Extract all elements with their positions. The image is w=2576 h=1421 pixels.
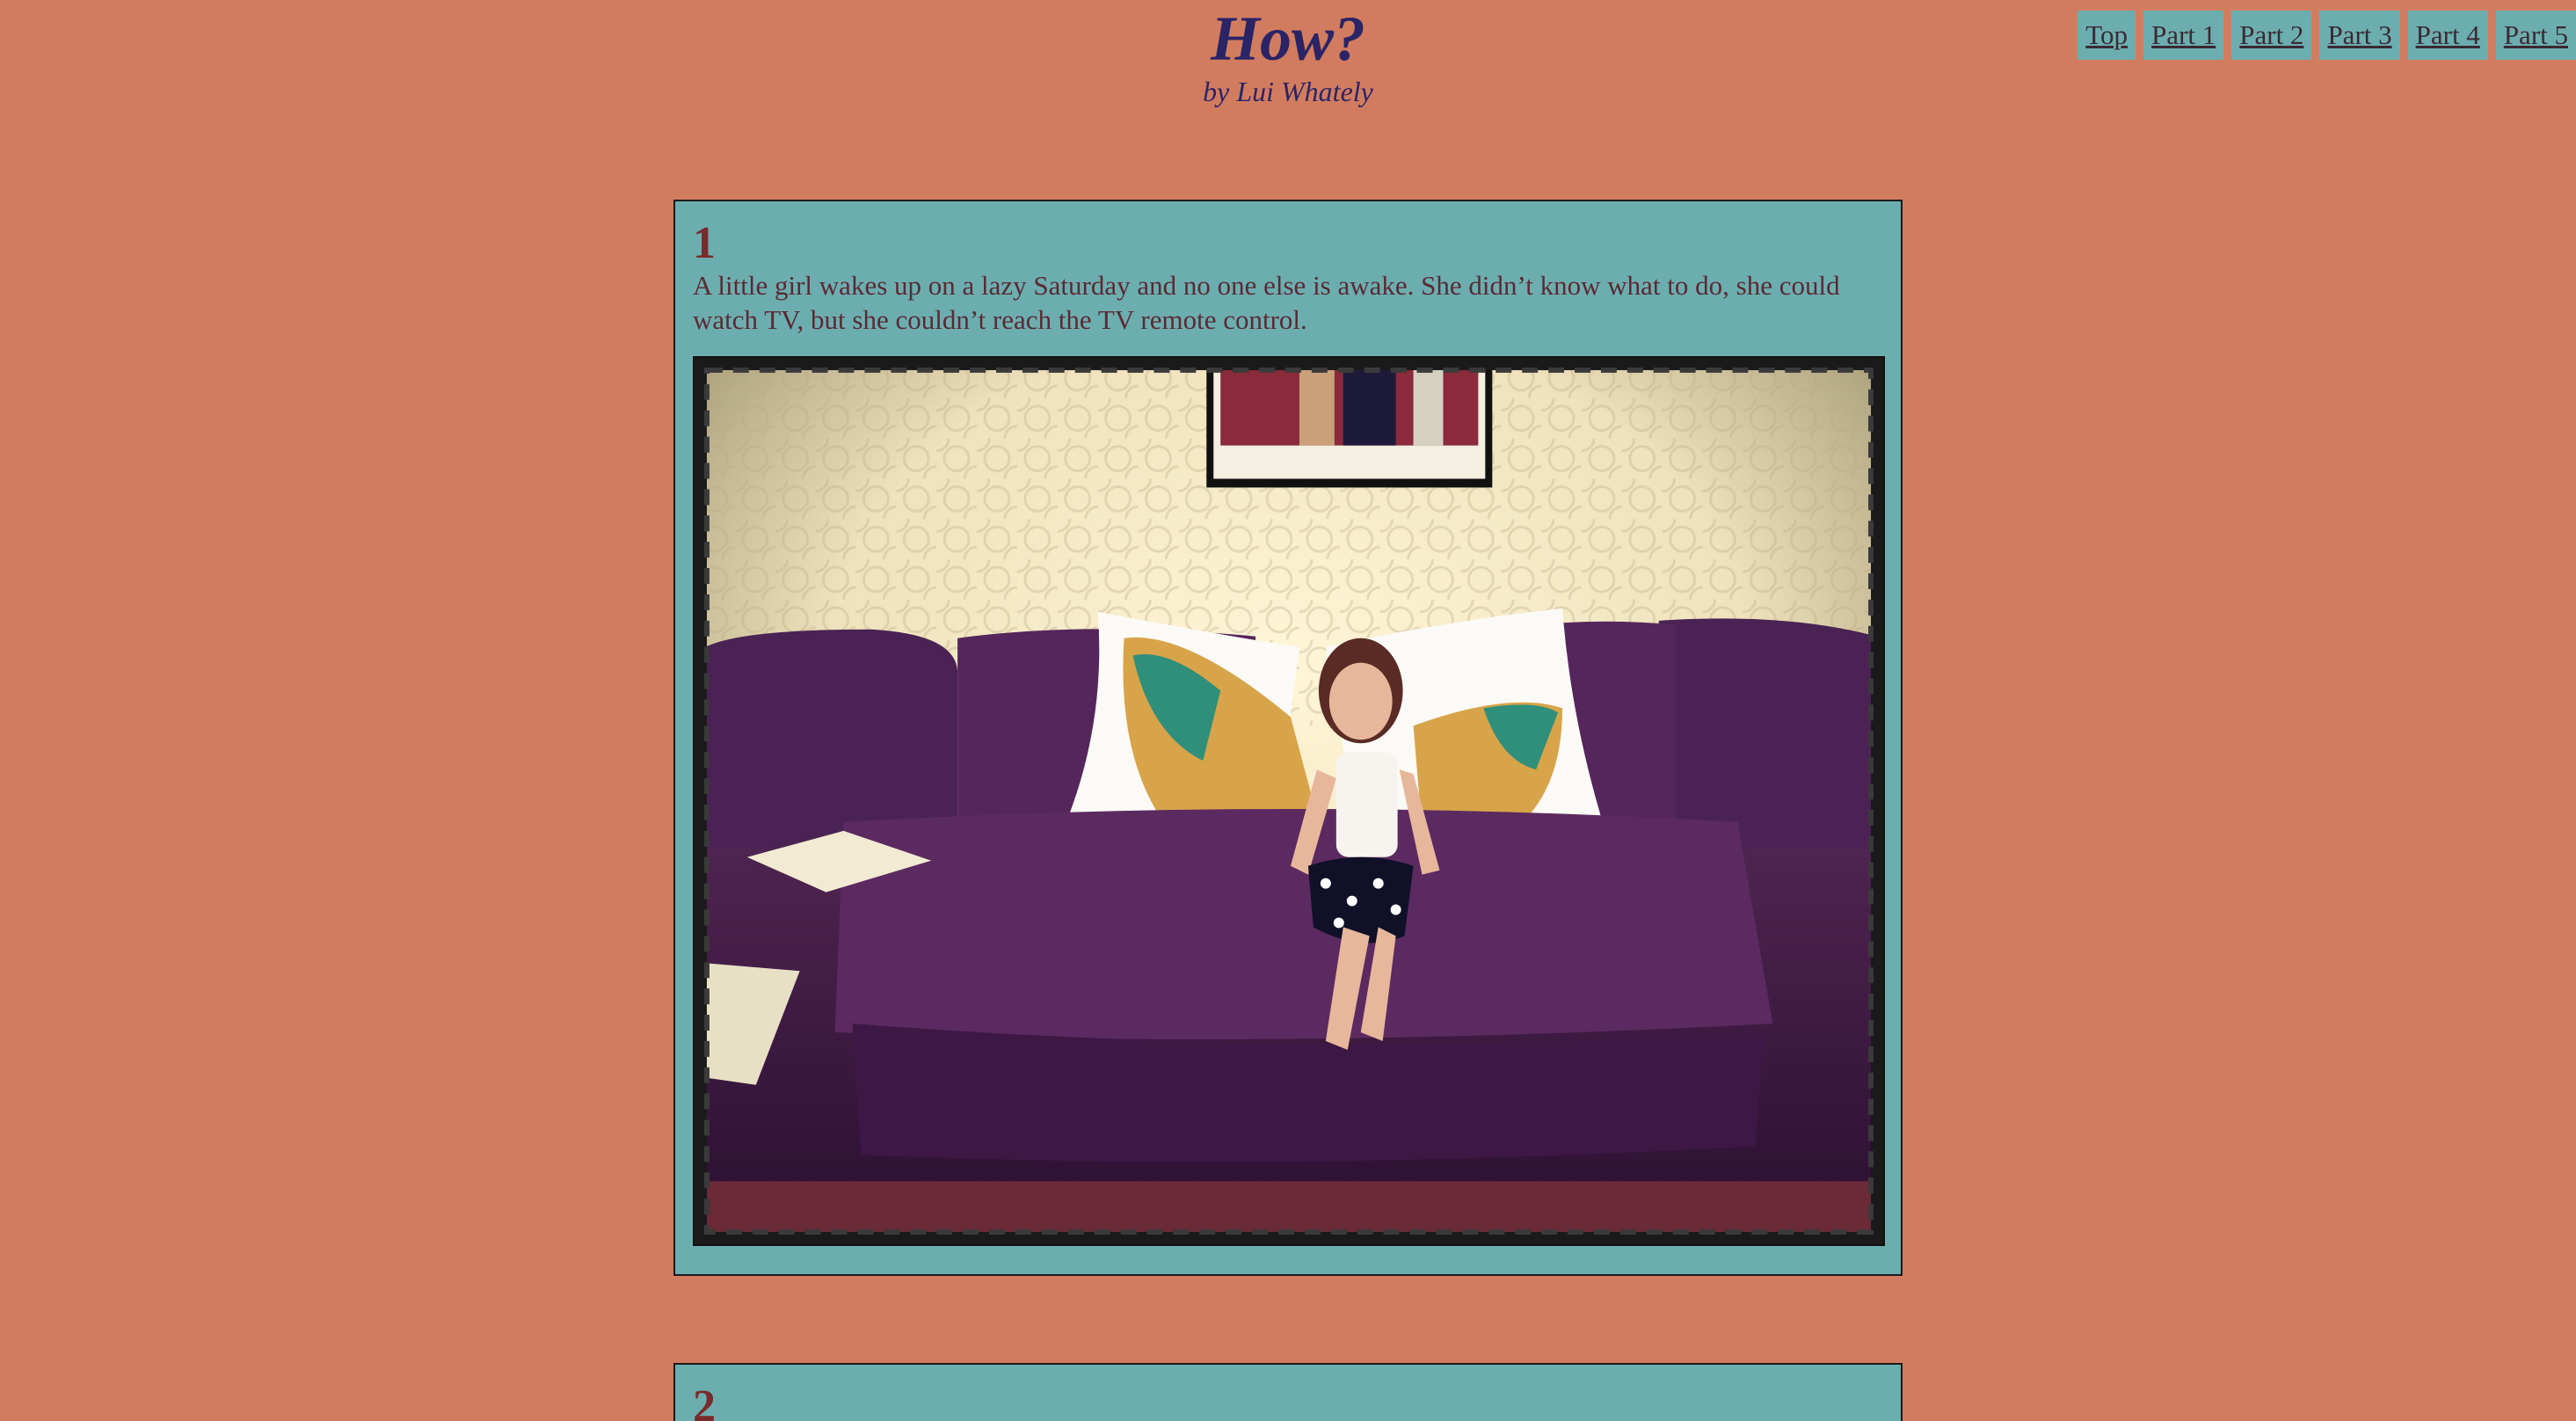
nav-link-part-3[interactable]: Part 3 <box>2319 11 2400 60</box>
panel-heading: 2 <box>693 1381 716 1421</box>
page: How? by Lui Whately Top Part 1 Part 2 Pa… <box>0 0 2576 1421</box>
nav-link-top[interactable]: Top <box>2078 11 2136 60</box>
story-photo <box>693 356 1885 1246</box>
panel-heading: 1 <box>693 218 716 268</box>
panel-text: A little girl wakes up on a lazy Saturda… <box>693 270 1840 335</box>
story-panel-2: 2 <box>673 1363 1903 1421</box>
photo-girl-on-sofa-image <box>695 358 1883 1244</box>
top-nav: Top Part 1 Part 2 Part 3 Part 4 Part 5 <box>2078 11 2576 60</box>
nav-link-part-2[interactable]: Part 2 <box>2231 11 2312 60</box>
author-byline: by Lui Whately <box>1203 76 1373 107</box>
story-panel-1: 1 A little girl wakes up on a lazy Satur… <box>673 200 1903 1276</box>
nav-link-part-4[interactable]: Part 4 <box>2407 11 2488 60</box>
nav-link-part-1[interactable]: Part 1 <box>2143 11 2224 60</box>
nav-link-part-5[interactable]: Part 5 <box>2495 11 2576 60</box>
